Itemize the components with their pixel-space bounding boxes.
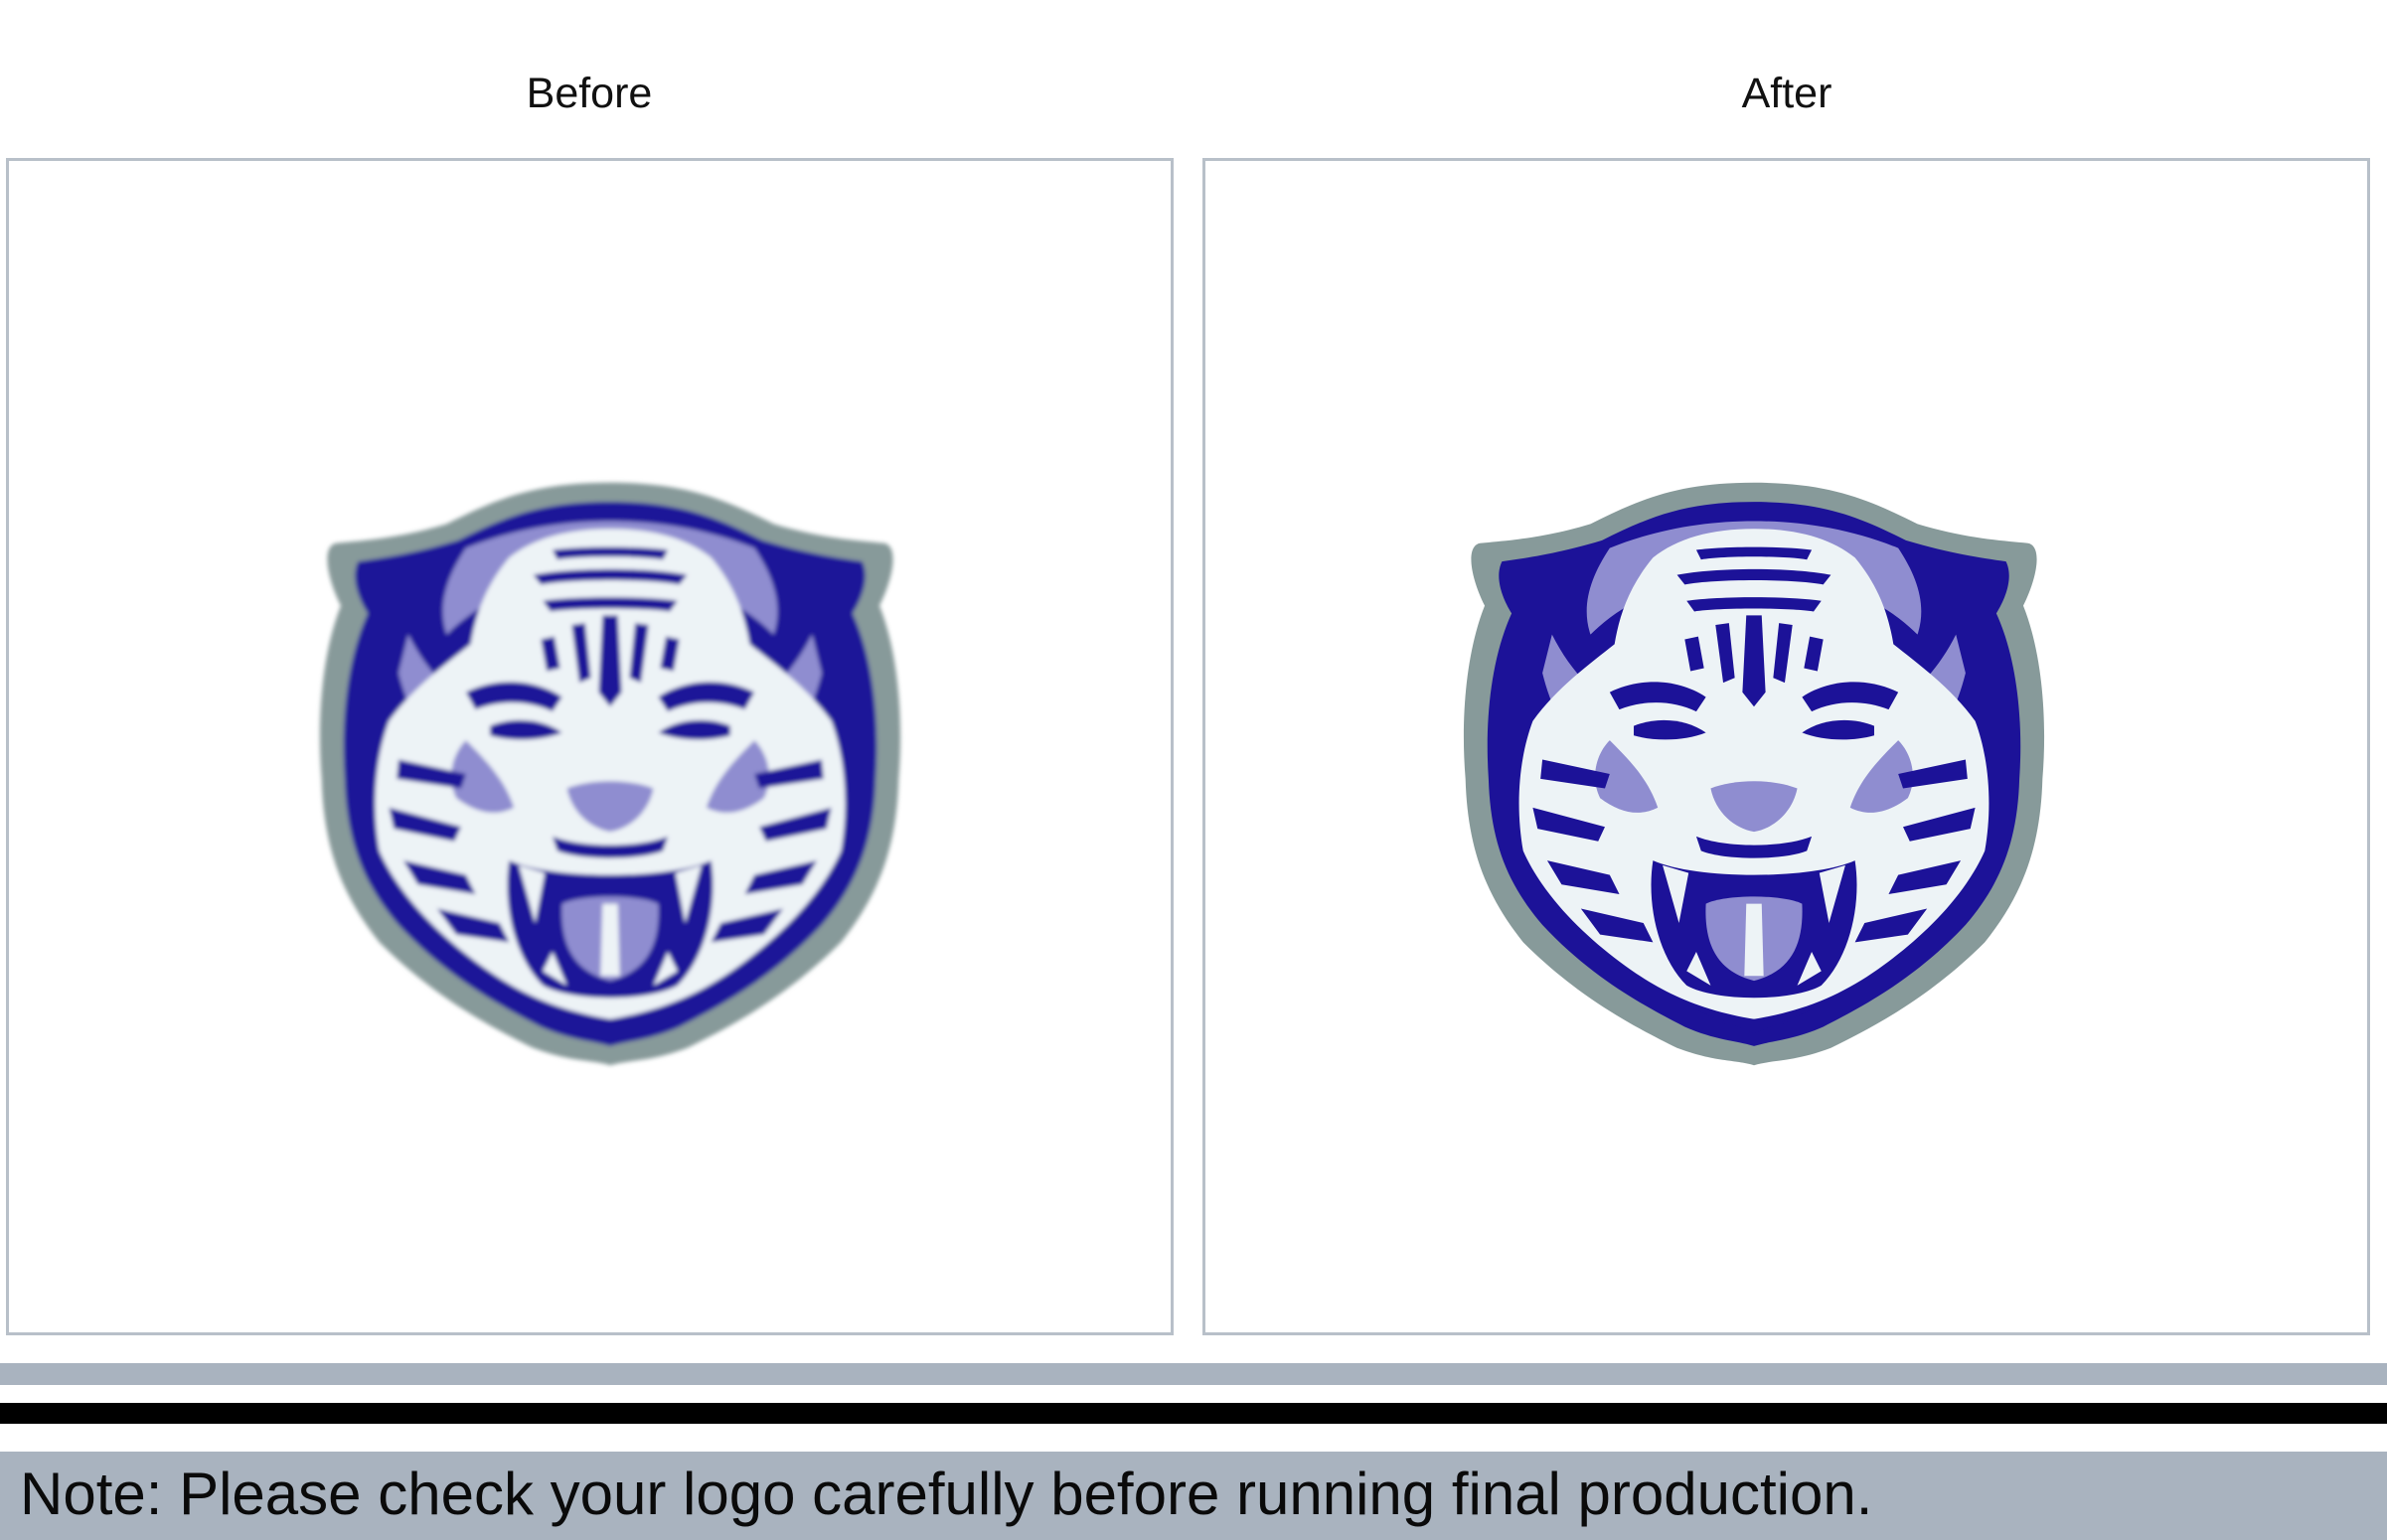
tiger-head-logo-icon <box>1463 482 2045 1066</box>
before-caption: Before <box>526 70 653 117</box>
after-caption: After <box>1741 70 1832 117</box>
divider-stripe-black <box>0 1403 2387 1424</box>
production-note: Note: Please check your logo carefully b… <box>20 1461 1873 1527</box>
after-panel <box>1202 158 2370 1335</box>
before-panel <box>6 158 1174 1335</box>
tiger-head-logo-icon <box>319 482 901 1066</box>
divider-stripe-gray <box>0 1363 2387 1385</box>
